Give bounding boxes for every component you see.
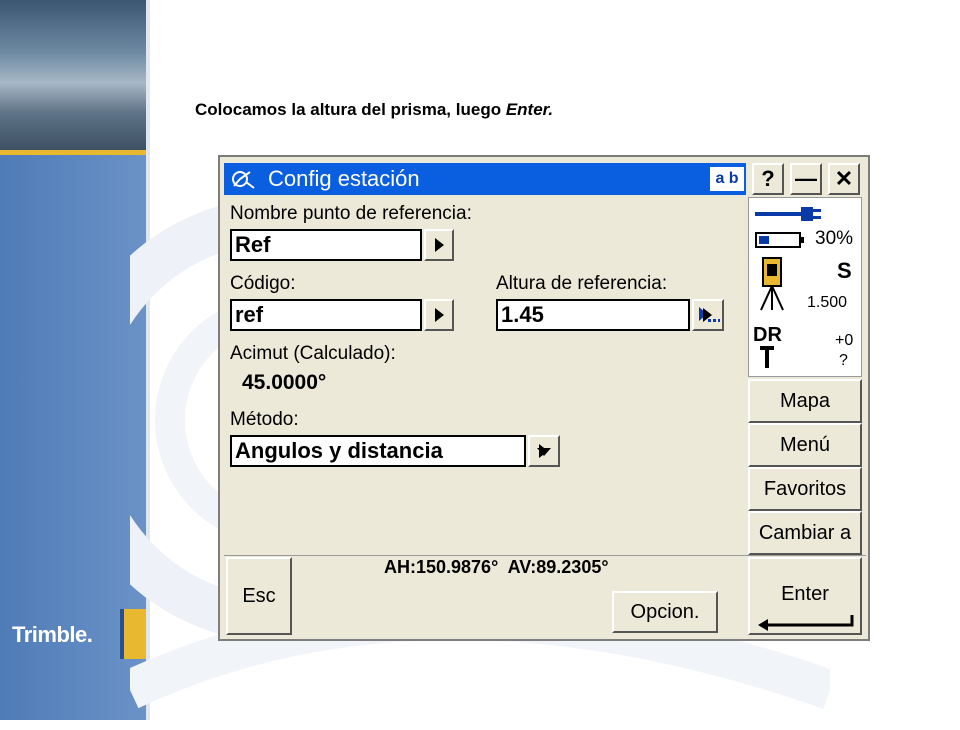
battery-icon	[755, 232, 804, 248]
ref-point-input[interactable]: Ref	[230, 229, 422, 261]
minimize-button[interactable]: —	[790, 163, 822, 195]
trimble-logo-text: Trimble.	[12, 622, 93, 647]
method-dropdown-button[interactable]	[528, 435, 560, 467]
prism-offset: +0	[835, 332, 854, 349]
ref-point-label: Nombre punto de referencia:	[230, 203, 472, 224]
power-plug-icon	[755, 207, 821, 221]
map-button[interactable]: Mapa	[748, 379, 862, 423]
landscape-photo	[0, 0, 146, 150]
height-options-button[interactable]	[692, 299, 724, 331]
switch-to-button[interactable]: Cambiar a	[748, 511, 862, 555]
esc-button[interactable]: Esc	[226, 557, 292, 635]
left-sidebar: Trimble.	[0, 0, 150, 720]
azimuth-label: Acimut (Calculado):	[230, 343, 396, 364]
method-select[interactable]: Angulos y distancia	[230, 435, 526, 467]
height-input[interactable]: 1.45	[496, 299, 690, 331]
caption-emphasis: Enter.	[505, 100, 554, 119]
instruction-caption: Colocamos la altura del prisma, luego En…	[195, 100, 553, 120]
favorites-button[interactable]: Favoritos	[748, 467, 862, 511]
station-setup-icon	[232, 171, 255, 189]
window-title: Config estación	[268, 166, 420, 191]
close-button[interactable]: ✕	[828, 163, 860, 195]
battery-level: 30%	[815, 228, 854, 249]
device-screen: Config estación a b ? — ✕ Nombre punto d…	[218, 155, 870, 641]
code-label: Código:	[230, 273, 296, 294]
gold-divider	[0, 150, 146, 155]
method-label: Método:	[230, 409, 299, 430]
unknown-status: ?	[839, 352, 848, 369]
enter-label: Enter	[781, 583, 829, 605]
code-input[interactable]: ref	[230, 299, 422, 331]
more-options-icon	[699, 307, 720, 322]
prism-pole-icon	[760, 346, 774, 368]
angle-readout: AH:150.9876° AV:89.2305°	[384, 557, 609, 577]
title-bar: Config estación a b	[224, 163, 746, 195]
dr-label: DR	[753, 324, 782, 346]
azimuth-value: 45.0000°	[242, 371, 327, 394]
enter-return-icon	[758, 615, 854, 631]
caption-text: Colocamos la altura del prisma, luego	[195, 100, 506, 119]
input-mode-button[interactable]: a b	[710, 167, 744, 191]
ref-point-arrow-button[interactable]	[424, 229, 454, 261]
height-label: Altura de referencia:	[496, 273, 668, 294]
menu-button[interactable]: Menú	[748, 423, 862, 467]
status-panel: 30% S 1.500 DR +0 ?	[748, 197, 862, 377]
trimble-logo: Trimble.	[12, 622, 93, 648]
help-button[interactable]: ?	[752, 163, 784, 195]
chevron-down-icon	[530, 437, 558, 465]
target-height: 1.500	[807, 294, 848, 311]
measurement-mode: S	[837, 258, 852, 283]
options-button[interactable]: Opcion.	[612, 591, 718, 633]
enter-button[interactable]: Enter	[748, 557, 862, 635]
instrument-icon	[760, 257, 784, 311]
code-arrow-button[interactable]	[424, 299, 454, 331]
